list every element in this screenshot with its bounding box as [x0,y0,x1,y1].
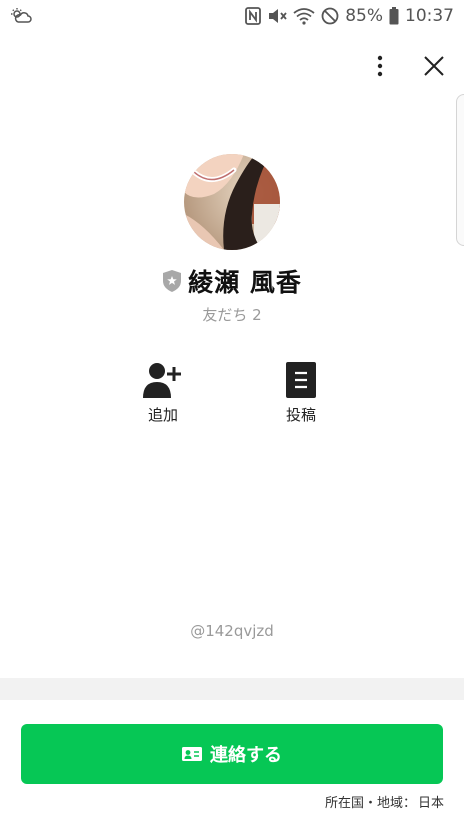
do-not-disturb-icon [321,7,339,25]
posts-label: 投稿 [285,406,316,424]
region-info: 所在国・地域： 日本 [325,792,444,811]
region-label: 所在国・地域： [324,796,416,811]
contact-label: 連絡する [210,745,282,766]
weather-cloud-sun-icon [10,7,32,25]
more-button[interactable] [366,54,394,82]
avatar[interactable] [184,154,280,250]
post-icon [281,360,321,400]
battery-percent: 85% [345,6,383,26]
clock: 10:37 [405,6,454,26]
status-icons: 85% 10:37 [245,5,454,27]
edge-panel-handle[interactable] [456,94,464,246]
wifi-icon [293,7,315,25]
close-icon [423,55,445,81]
mute-icon [267,7,287,25]
close-button[interactable] [418,52,450,84]
profile-name: 綾瀬 風香 [188,268,302,297]
nfc-icon [245,7,262,25]
profile-name-row: 綾瀬 風香 [0,263,464,299]
region-value: 日本 [417,796,444,811]
battery-icon [389,7,399,25]
add-friend-button[interactable]: 追加 [128,360,198,425]
section-divider [0,678,464,700]
friends-count[interactable]: 友だち 2 [0,304,464,325]
line-id: @142qvjzd [190,622,274,640]
add-friend-icon [143,360,183,400]
official-shield-star-icon [162,269,182,293]
add-friend-label: 追加 [147,406,178,424]
contact-button[interactable]: 連絡する [21,724,443,784]
more-vertical-icon [377,55,383,81]
contact-card-icon [182,746,202,762]
posts-button[interactable]: 投稿 [266,360,336,425]
status-bar: 85% 10:37 [0,0,464,32]
